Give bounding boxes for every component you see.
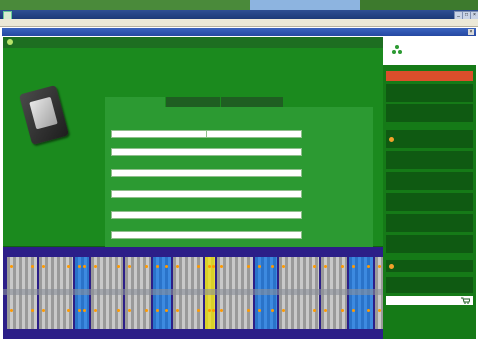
terminal-marker (247, 265, 250, 268)
text-field[interactable] (111, 130, 207, 138)
terminal-marker (78, 309, 81, 312)
terminal-marker (197, 309, 200, 312)
logo-mark-icon (392, 45, 402, 54)
terminal-marker (145, 309, 148, 312)
din-rail (3, 289, 383, 295)
sidebar-item[interactable] (386, 277, 473, 293)
header-icon (7, 39, 13, 45)
terminal-marker (247, 309, 250, 312)
terminal-marker (117, 265, 120, 268)
sidebar-item[interactable] (386, 172, 473, 190)
terminal-marker (156, 265, 159, 268)
text-field[interactable] (111, 211, 302, 219)
text-field[interactable] (111, 169, 302, 177)
terminal-marker (282, 309, 285, 312)
terminal-marker (208, 309, 211, 312)
terminal-marker (212, 309, 215, 312)
terminal-marker (324, 309, 327, 312)
sidebar-item-section[interactable] (386, 260, 473, 272)
desktop-background-strip (0, 0, 478, 10)
terminal-marker (165, 265, 168, 268)
terminal-marker (67, 265, 70, 268)
terminal-marker (258, 309, 261, 312)
text-field[interactable] (111, 148, 302, 156)
sidebar-item[interactable] (386, 214, 473, 232)
terminal-marker (341, 309, 344, 312)
bullet-icon (389, 137, 394, 142)
terminal-marker (367, 309, 370, 312)
product-image (18, 84, 70, 146)
app-titlebar: _ □ × (0, 10, 478, 20)
menubar (0, 19, 478, 27)
terminal-marker (197, 265, 200, 268)
terminal-marker (313, 265, 316, 268)
sidebar-item[interactable] (386, 104, 473, 122)
terminal-marker (83, 309, 86, 312)
terminal-marker (258, 265, 261, 268)
area-header (3, 37, 383, 48)
document-titlebar: × (2, 28, 476, 36)
terminal-marker (156, 309, 159, 312)
terminal-marker (208, 265, 211, 268)
terminal-marker (271, 265, 274, 268)
sidebar-item[interactable] (386, 235, 473, 253)
terminal-marker (313, 309, 316, 312)
terminal-marker (271, 309, 274, 312)
terminal-marker (128, 265, 131, 268)
terminal-marker (220, 265, 223, 268)
terminal-marker (378, 309, 381, 312)
terminal-marker (67, 309, 70, 312)
terminal-marker (10, 265, 13, 268)
terminal-marker (78, 265, 81, 268)
terminal-marker (341, 265, 344, 268)
sidebar-header (386, 71, 473, 81)
terminal-marker (378, 265, 381, 268)
terminal-block-diagram (3, 247, 383, 339)
tab-project-data[interactable] (105, 97, 165, 107)
terminal-marker (94, 309, 97, 312)
basket-bar[interactable] (386, 296, 473, 305)
tab-second[interactable] (166, 97, 220, 107)
tab-third[interactable] (221, 97, 283, 107)
terminal-marker (352, 265, 355, 268)
text-field[interactable] (111, 190, 302, 198)
terminal-marker (31, 265, 34, 268)
terminal-marker (282, 265, 285, 268)
terminal-marker (220, 309, 223, 312)
terminal-marker (212, 265, 215, 268)
terminal-marker (367, 265, 370, 268)
terminal-marker (83, 265, 86, 268)
terminal-marker (165, 309, 168, 312)
sidebar-footer[interactable] (386, 315, 473, 329)
main-work-area (3, 37, 383, 283)
terminal-marker (10, 309, 13, 312)
sidebar-item[interactable] (386, 84, 473, 102)
sidebar-item-active[interactable] (386, 130, 473, 148)
brand-logo (383, 37, 476, 65)
text-field[interactable] (111, 231, 302, 239)
terminal-marker (176, 309, 179, 312)
terminal-marker (42, 309, 45, 312)
terminal-marker (117, 309, 120, 312)
sidebar-item[interactable] (386, 151, 473, 169)
cart-icon (461, 297, 470, 304)
terminal-marker (352, 309, 355, 312)
terminal-marker (42, 265, 45, 268)
terminal-marker (31, 309, 34, 312)
terminal-marker (176, 265, 179, 268)
terminal-marker (145, 265, 148, 268)
sidebar-item[interactable] (386, 193, 473, 211)
terminal-marker (128, 309, 131, 312)
document-close-icon[interactable]: × (468, 29, 474, 35)
text-field-secondary[interactable] (206, 130, 302, 138)
bullet-icon (389, 264, 394, 269)
terminal-marker (324, 265, 327, 268)
sidebar (383, 37, 476, 339)
terminal-marker (94, 265, 97, 268)
